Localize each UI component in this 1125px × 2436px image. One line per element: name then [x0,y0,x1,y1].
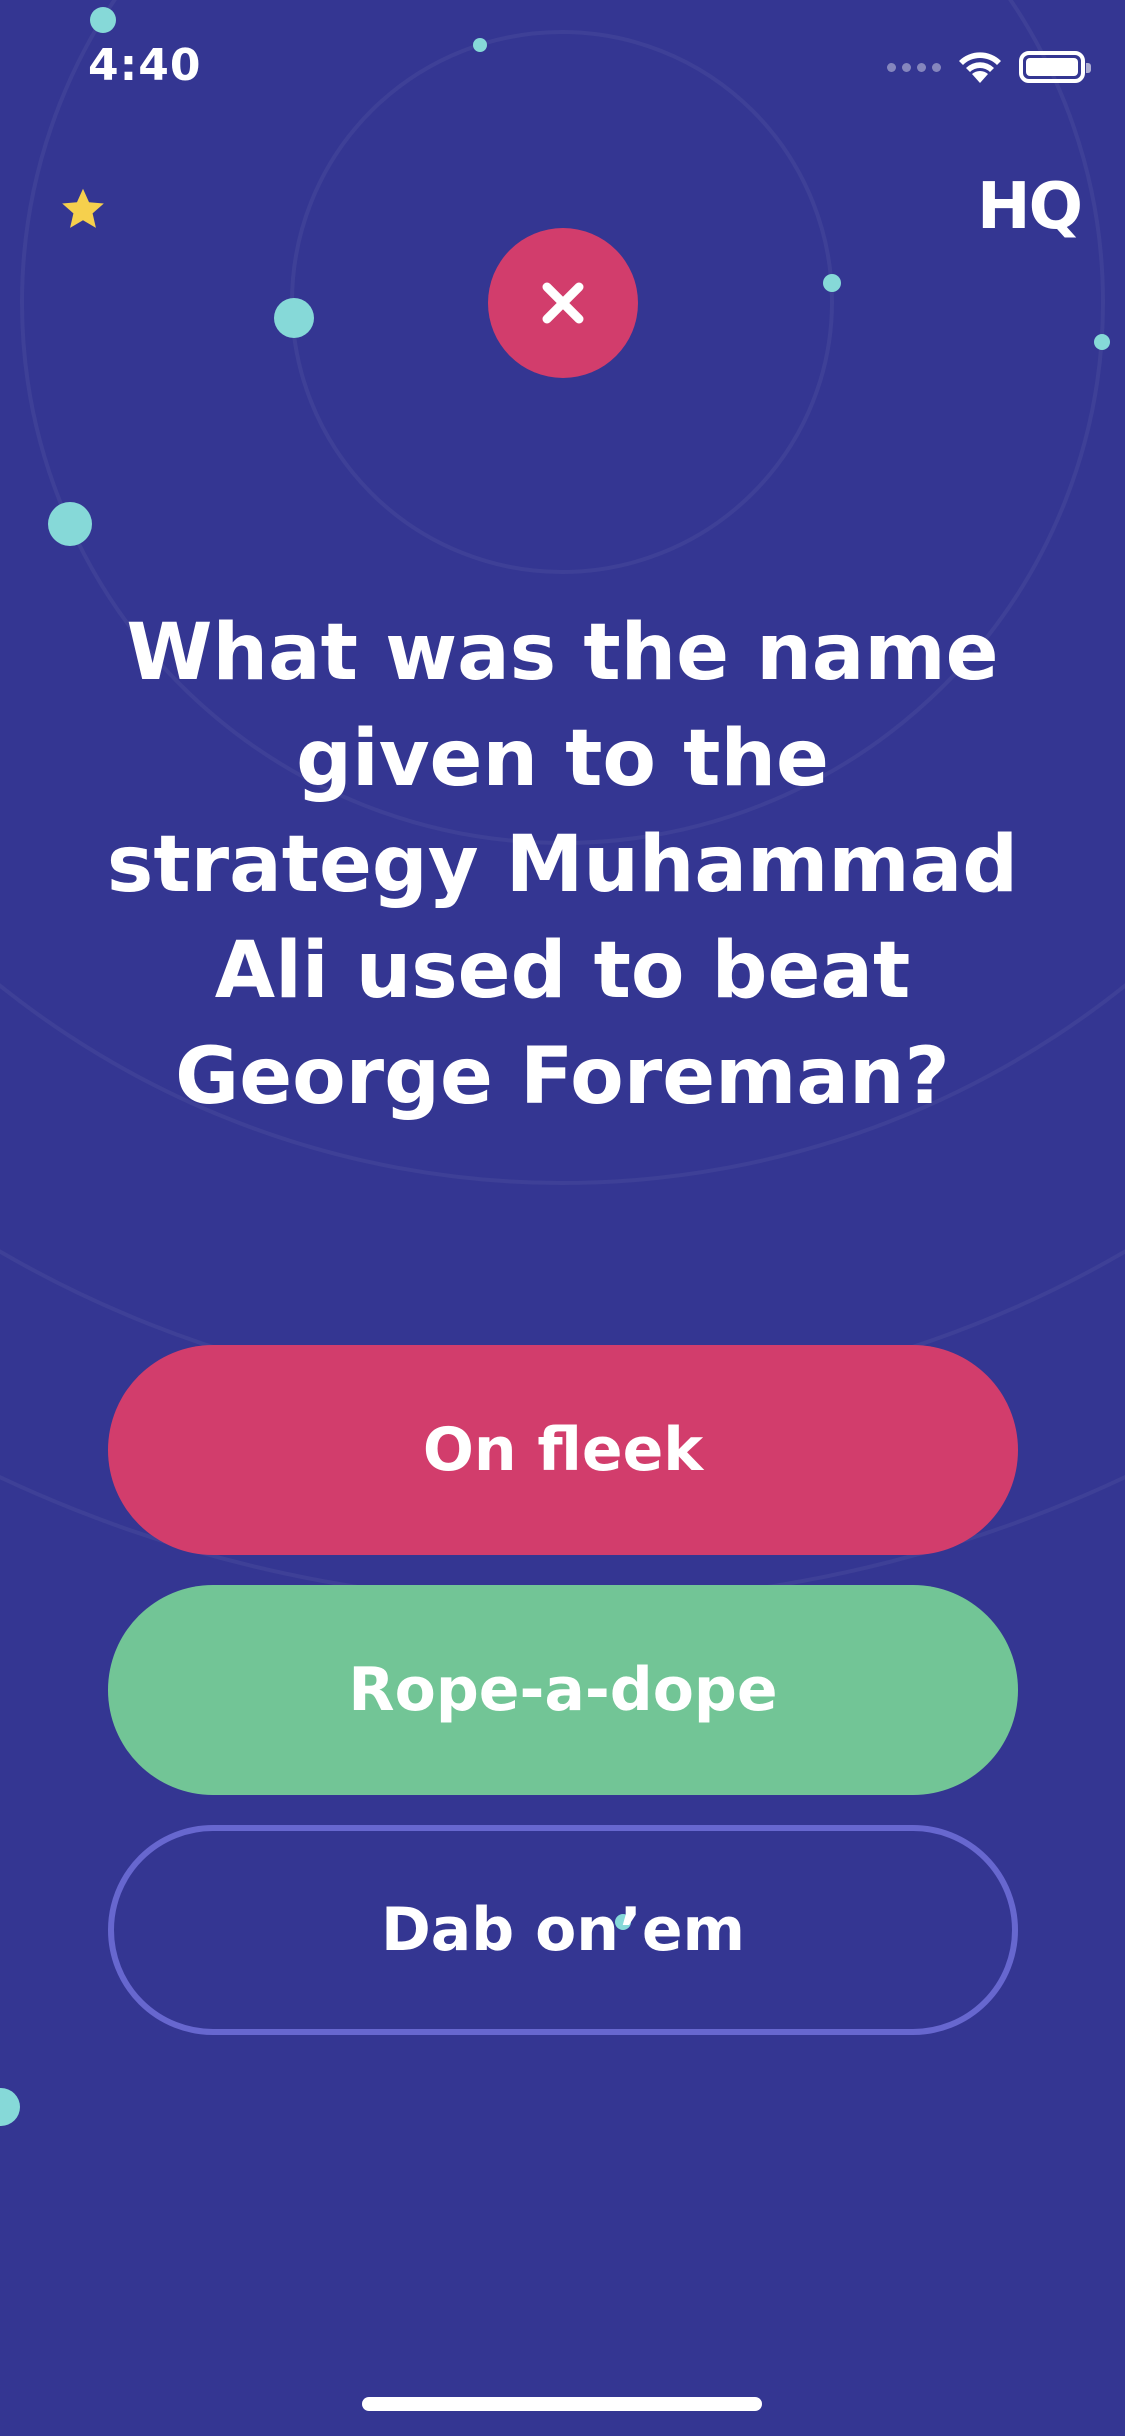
decorative-dot [48,502,92,546]
question-text: What was the name given to the strategy … [106,608,1019,1122]
wrong-answer-badge [488,228,638,378]
decorative-dot [274,298,314,338]
answer-label: Rope-a-dope [348,1655,778,1725]
answer-label: On fleek [422,1415,704,1485]
cellular-signal-icon [887,62,941,72]
decorative-dot [0,2088,20,2126]
hq-logo: HQ [977,170,1083,244]
wifi-icon [959,52,1001,83]
status-icons [887,50,1091,84]
decorative-dot [1094,334,1110,350]
battery-icon [1019,51,1091,83]
decorative-dot [823,274,841,292]
star-icon[interactable] [58,185,108,235]
decorative-dot [473,38,487,52]
answer-option-2[interactable]: Rope-a-dope [108,1585,1018,1795]
answer-option-3[interactable]: Dab on’em [108,1825,1018,2035]
answer-option-1[interactable]: On fleek [108,1345,1018,1555]
status-time: 4:40 [88,40,202,91]
decorative-dot [90,7,116,33]
home-indicator[interactable] [362,2397,762,2411]
trivia-screen: 4:40 HQ What was the name given to the s… [0,0,1125,2436]
close-icon [542,282,584,324]
answer-label: Dab on’em [380,1895,746,1965]
